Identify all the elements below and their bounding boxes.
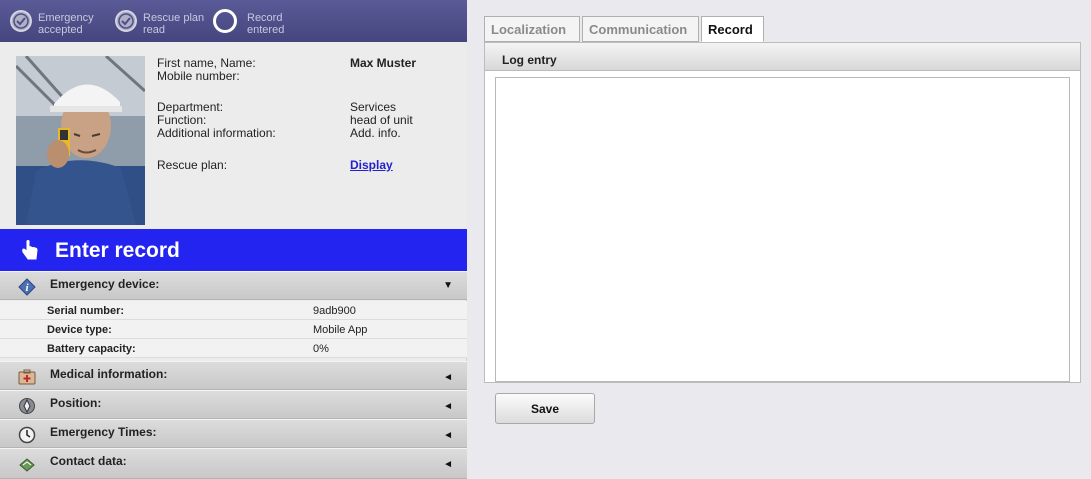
row-key: Battery capacity: bbox=[47, 343, 136, 355]
check-circle-icon bbox=[115, 10, 137, 32]
log-entry-textarea[interactable] bbox=[495, 77, 1070, 382]
row-value: 9adb900 bbox=[313, 305, 356, 317]
section-title: Emergency device: bbox=[50, 277, 160, 291]
step-emergency-accepted: Emergency accepted bbox=[10, 8, 110, 36]
progress-steps-bar: Emergency accepted Rescue plan read Record… bbox=[0, 0, 467, 42]
row-key: Serial number: bbox=[47, 305, 125, 317]
step-label-line2: accepted bbox=[38, 24, 83, 36]
section-title: Position: bbox=[50, 396, 102, 410]
additional-info-label: Additional information: bbox=[157, 126, 276, 140]
rescue-plan-label: Rescue plan: bbox=[157, 158, 228, 172]
tab-record[interactable]: Record bbox=[701, 16, 764, 42]
device-row-type: Device type: Mobile App bbox=[0, 320, 467, 339]
department-label: Department: bbox=[157, 100, 224, 114]
chevron-left-icon: ◄ bbox=[443, 430, 453, 441]
row-value: 0% bbox=[313, 343, 329, 355]
person-photo bbox=[16, 56, 145, 225]
log-entry-title: Log entry bbox=[502, 53, 557, 67]
contact-book-icon bbox=[18, 455, 36, 473]
section-emergency-times[interactable]: Emergency Times: ◄ bbox=[0, 419, 467, 448]
section-title: Contact data: bbox=[50, 454, 127, 468]
section-contact-data[interactable]: Contact data: ◄ bbox=[0, 448, 467, 479]
step-label-line1: Record bbox=[247, 12, 283, 24]
rescue-plan-display-link[interactable]: Display bbox=[350, 159, 393, 171]
left-panel: Emergency accepted Rescue plan read Record… bbox=[0, 0, 467, 479]
mobile-label: Mobile number: bbox=[157, 69, 240, 83]
check-circle-icon bbox=[10, 10, 32, 32]
device-row-serial: Serial number: 9adb900 bbox=[0, 301, 467, 320]
log-entry-header: Log entry bbox=[485, 43, 1080, 71]
step-label-line1: Rescue plan bbox=[143, 12, 205, 24]
step-label-line2: entered bbox=[247, 24, 285, 36]
section-position[interactable]: Position: ◄ bbox=[0, 390, 467, 419]
step-rescue-plan-read: Rescue plan read bbox=[115, 8, 215, 36]
person-info-panel: First name, Name: Max Muster Mobile numb… bbox=[0, 42, 467, 229]
row-value: Mobile App bbox=[313, 324, 368, 336]
compass-icon bbox=[18, 397, 36, 415]
name-value: Max Muster bbox=[350, 56, 417, 70]
department-value: Services bbox=[350, 100, 397, 114]
device-row-battery: Battery capacity: 0% bbox=[0, 339, 467, 358]
name-label: First name, Name: bbox=[157, 56, 256, 70]
log-entry-panel: Log entry bbox=[484, 42, 1081, 383]
medical-kit-icon bbox=[18, 368, 36, 386]
function-label: Function: bbox=[157, 113, 207, 127]
chevron-down-icon: ▼ bbox=[443, 280, 453, 291]
info-icon: i bbox=[18, 278, 36, 296]
chevron-left-icon: ◄ bbox=[443, 401, 453, 412]
section-title: Emergency Times: bbox=[50, 425, 157, 439]
section-emergency-device[interactable]: i Emergency device: ▼ bbox=[0, 271, 467, 300]
clock-icon bbox=[18, 426, 36, 444]
additional-info-value: Add. info. bbox=[350, 126, 401, 140]
current-step-circle-icon bbox=[213, 9, 237, 33]
section-title: Medical information: bbox=[50, 367, 168, 381]
hand-pointer-icon bbox=[19, 239, 41, 264]
enter-record-banner[interactable]: Enter record bbox=[0, 229, 467, 271]
chevron-left-icon: ◄ bbox=[443, 372, 453, 383]
step-record-entered: Record entered bbox=[213, 8, 313, 36]
row-key: Device type: bbox=[47, 324, 112, 336]
function-value: head of unit bbox=[350, 113, 413, 127]
enter-record-label: Enter record bbox=[55, 239, 180, 262]
chevron-left-icon: ◄ bbox=[443, 459, 453, 470]
tab-localization[interactable]: Localization bbox=[484, 16, 580, 42]
step-label-line1: Emergency bbox=[38, 12, 94, 24]
tab-communication[interactable]: Communication bbox=[582, 16, 699, 42]
step-label-line2: read bbox=[143, 24, 166, 36]
section-medical-information[interactable]: Medical information: ◄ bbox=[0, 361, 467, 390]
save-button[interactable]: Save bbox=[495, 393, 595, 424]
